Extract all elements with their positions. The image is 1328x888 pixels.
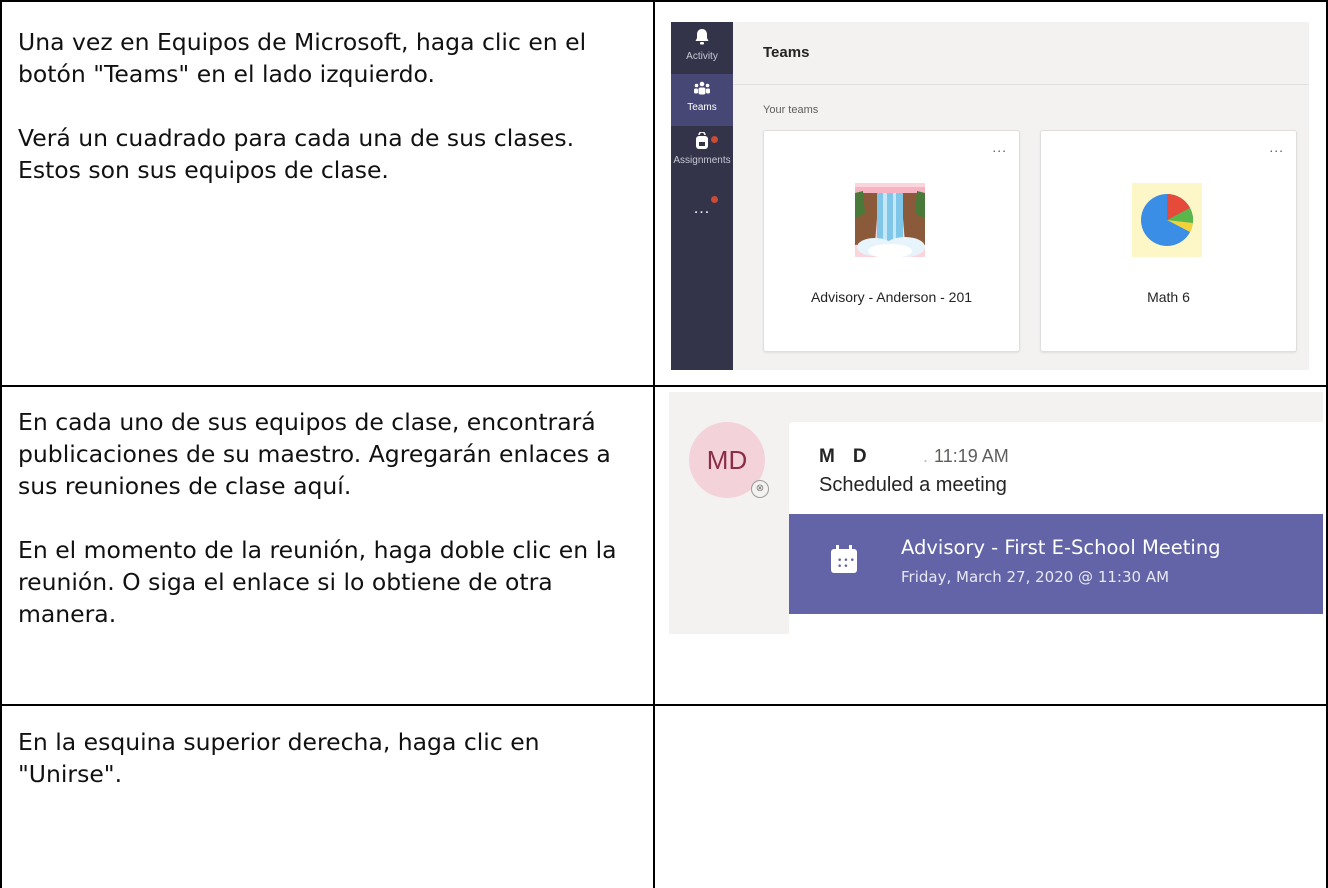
row-2-instructions: En cada uno de sus equipos de clase, enc…: [18, 406, 638, 630]
teams-header: Teams: [733, 22, 1309, 85]
post-card: MD . 11:19 AM Scheduled a meeting ••• •• A…: [789, 422, 1323, 634]
calendar-icon: ••• ••: [831, 545, 857, 573]
rail-item-more[interactable]: ...: [671, 192, 733, 228]
table-column-divider: [653, 0, 655, 888]
row-1-paragraph-1: Una vez en Equipos de Microsoft, haga cl…: [18, 28, 587, 88]
more-apps-icon: ...: [693, 200, 711, 217]
post-author: MD: [819, 446, 867, 468]
row-1-instructions: Una vez en Equipos de Microsoft, haga cl…: [18, 26, 638, 186]
team-name: Advisory - Anderson - 201: [810, 289, 973, 305]
card-more-options-button[interactable]: ...: [1269, 139, 1284, 155]
assignments-notification-dot: [711, 136, 718, 143]
time-separator: .: [923, 446, 929, 466]
page-title: Teams: [763, 44, 810, 61]
team-card-math[interactable]: ... Math 6: [1040, 130, 1297, 352]
post-action: Scheduled a meeting: [819, 474, 1007, 496]
app-rail: Activity Teams Assignments ...: [671, 22, 733, 370]
row-2-paragraph-2: En el momento de la reunión, haga doble …: [18, 536, 617, 628]
row-3-paragraph-1: En la esquina superior derecha, haga cli…: [18, 728, 540, 788]
backpack-icon: [671, 131, 733, 155]
team-name: Math 6: [1147, 289, 1190, 305]
author-last-initial: D: [852, 446, 867, 467]
pie-chart-image: [1132, 183, 1202, 257]
team-card-advisory[interactable]: ... Advisory - Anderson - 201: [763, 130, 1020, 352]
meeting-link[interactable]: ••• •• Advisory - First E-School Meeting …: [789, 514, 1323, 614]
row-2-paragraph-1: En cada uno de sus equipos de clase, enc…: [18, 408, 611, 500]
waterfall-image: [855, 183, 925, 257]
row-3-instructions: En la esquina superior derecha, haga cli…: [18, 726, 638, 790]
table-row-divider-1: [0, 385, 1328, 387]
rail-item-activity[interactable]: Activity: [671, 22, 733, 74]
meeting-title: Advisory - First E-School Meeting: [901, 536, 1221, 559]
rail-label-activity: Activity: [686, 51, 718, 62]
table-row-divider-2: [0, 704, 1328, 706]
section-label: Your teams: [763, 104, 819, 116]
more-notification-dot: [711, 196, 718, 203]
calendar-grid-glyph: ••• ••: [837, 556, 856, 572]
row-1-paragraph-2: Verá un cuadrado para cada una de sus cl…: [18, 124, 575, 184]
table-border-top: [0, 0, 1328, 2]
post-time-value: 11:19 AM: [934, 446, 1009, 466]
teams-screenshot: Activity Teams Assignments ... Teams You…: [671, 22, 1309, 370]
teams-icon: [671, 80, 733, 102]
author-first-initial: M: [819, 446, 835, 467]
meeting-post-screenshot: MD ⊗ MD . 11:19 AM Scheduled a meeting ••…: [669, 392, 1323, 634]
meeting-datetime: Friday, March 27, 2020 @ 11:30 AM: [901, 568, 1170, 586]
card-more-options-button[interactable]: ...: [992, 139, 1007, 155]
bell-icon: [671, 28, 733, 51]
table-border-left: [0, 0, 2, 888]
rail-item-teams[interactable]: Teams: [671, 74, 733, 126]
rail-label-teams: Teams: [687, 102, 717, 113]
post-time: . 11:19 AM: [923, 446, 1009, 467]
rail-item-assignments[interactable]: Assignments: [671, 126, 733, 178]
status-icon: ⊗: [751, 480, 769, 498]
rail-label-assignments: Assignments: [673, 155, 731, 166]
